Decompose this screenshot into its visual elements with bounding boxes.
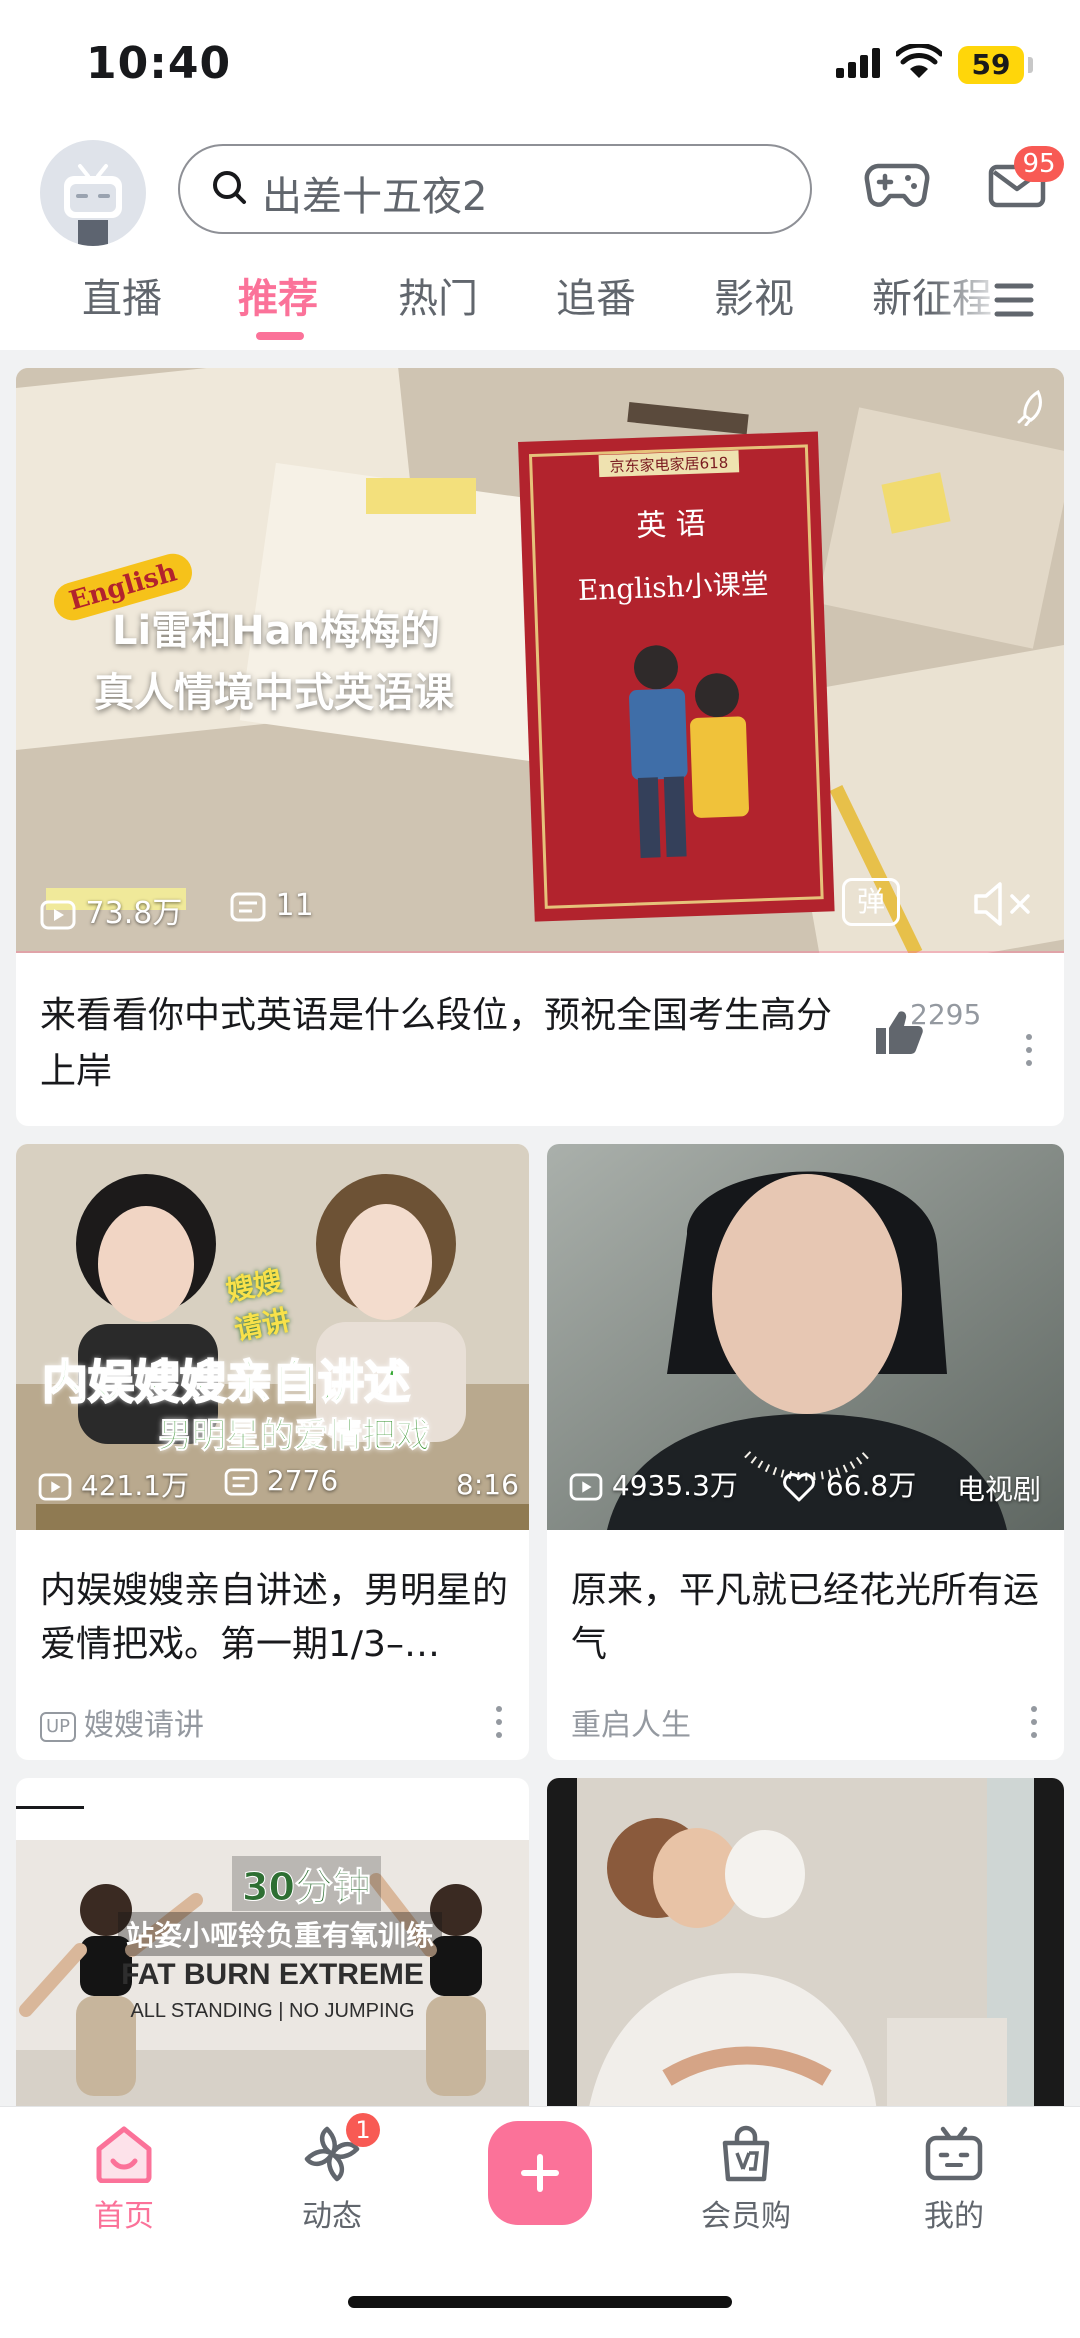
up-badge: UP [40,1711,77,1742]
card1-author-name: 嫂嫂请讲 [84,1708,205,1743]
card2-more-button[interactable] [1029,1706,1039,1740]
video-card-2[interactable]: 4935.3万 66.8万 电视剧 原来，平凡就已经花光所有运气 重启人生 [547,1144,1064,1760]
hero-like-count: 2295 [910,998,982,1031]
game-center-icon[interactable] [864,160,930,210]
card3-overlay-line1: 30分钟 [232,1856,381,1911]
card3-overlay-line4: ALL STANDING | NO JUMPING [130,2000,415,2022]
card2-author[interactable]: 重启人生 [571,1700,691,1744]
cellular-signal-icon [836,48,880,78]
tab-anime[interactable]: 追番 [556,266,636,324]
nav-vip-shop[interactable]: 会员购 [676,2125,816,2235]
hero-views: 73.8万 [40,888,182,932]
wifi-icon [896,44,942,78]
card4-thumbnail-art [547,1778,1064,2118]
tv-profile-icon [925,2126,983,2181]
card2-category: 电视剧 [957,1473,1042,1506]
nav-dynamic-label: 动态 [302,2199,362,2234]
card2-views: 4935.3万 [569,1464,738,1504]
card2-title[interactable]: 原来，平凡就已经花光所有运气 [571,1564,1041,1672]
mail-badge: 95 [1014,146,1064,182]
publish-button[interactable] [488,2121,592,2225]
rocket-icon[interactable] [1016,390,1048,426]
card2-views-text: 4935.3万 [611,1469,738,1502]
hero-views-text: 73.8万 [85,896,183,931]
card1-title[interactable]: 内娱嫂嫂亲自讲述，男明星的爱情把戏。第一期1/3–… [40,1564,510,1672]
hero-danmaku: 11 [230,888,314,923]
dynamic-badge: 1 [346,2113,380,2147]
tv-mascot-icon [64,164,122,246]
play-count-icon [38,1473,72,1501]
nav-mine-label: 我的 [924,2199,984,2234]
card1-thumbnail[interactable]: 嫂嫂 请讲 内娱嫂嫂亲自讲述 男明星的爱情把戏 421.1万 2776 8:16 [16,1144,529,1530]
hero-video-card[interactable]: 京东家电家居618 英 语 English小课堂 English Li雷和Han… [16,368,1064,1126]
book-title: 英 语 [636,506,707,543]
card3-overlay-line2: 站姿小哑铃负重有氧训练 [118,1912,443,1956]
card3-divider [16,1806,84,1809]
card1-overlay-line1: 内娱嫂嫂亲自讲述 [41,1354,411,1410]
nav-mine[interactable]: 我的 [884,2125,1024,2235]
card1-views-text: 421.1万 [80,1469,190,1502]
card3-overlay-line3: FAT BURN EXTREME [121,1958,424,1991]
search-icon [213,171,246,204]
battery-indicator: 59 [958,46,1024,84]
hero-overlay-line1: Li雷和Han梅梅的 [112,608,441,654]
nav-home[interactable]: 首页 [54,2125,194,2235]
card1-author[interactable]: UP 嫂嫂请讲 [40,1700,204,1744]
play-count-icon [40,900,76,929]
danmaku-toggle-button[interactable]: 弹 [842,878,900,926]
card1-danmaku-text: 2776 [266,1464,339,1497]
mute-icon[interactable] [972,880,1036,928]
search-placeholder: 出差十五夜2 [262,174,488,220]
card2-likes-text: 66.8万 [825,1469,917,1502]
tab-recommend[interactable]: 推荐 [238,266,318,324]
video-card-1[interactable]: 嫂嫂 请讲 内娱嫂嫂亲自讲述 男明星的爱情把戏 421.1万 2776 8:16… [16,1144,529,1760]
battery-tip [1028,57,1033,73]
card1-duration: 8:16 [456,1468,519,1501]
danmaku-count-icon [224,1468,258,1496]
search-bar[interactable]: 出差十五夜2 [178,144,812,234]
card3-thumbnail[interactable]: 30分钟 站姿小哑铃负重有氧训练 FAT BURN EXTREME ALL ST… [16,1840,529,2118]
nav-home-label: 首页 [94,2199,154,2234]
card1-danmaku: 2776 [224,1464,338,1497]
status-bar: 10:40 59 [0,0,1080,130]
menu-icon[interactable] [994,282,1034,318]
tab-hot[interactable]: 热门 [398,266,478,324]
book-subtitle: English小课堂 [577,567,769,607]
card1-views: 421.1万 [38,1464,189,1504]
video-card-4[interactable] [547,1778,1064,2118]
heart-icon [783,1473,815,1502]
hero-thumbnail[interactable]: 京东家电家居618 英 语 English小课堂 English Li雷和Han… [16,368,1064,953]
avatar[interactable] [40,140,146,246]
card1-more-button[interactable] [494,1706,504,1740]
shopping-bag-icon [722,2125,770,2182]
hero-danmaku-text: 11 [275,888,314,923]
home-icon [96,2126,152,2184]
card4-thumbnail[interactable] [547,1778,1064,2118]
active-tab-indicator [256,332,304,340]
plus-icon [521,2154,559,2192]
play-count-icon [569,1473,603,1501]
tab-live[interactable]: 直播 [82,266,162,324]
card2-thumbnail[interactable]: 4935.3万 66.8万 电视剧 [547,1144,1064,1530]
hero-overlay-line2: 真人情境中式英语课 [94,670,454,716]
tab-film[interactable]: 影视 [714,266,794,324]
video-card-3[interactable]: 30分钟 站姿小哑铃负重有氧训练 FAT BURN EXTREME ALL ST… [16,1778,529,2118]
nav-dynamic[interactable]: 动态 [262,2125,402,2235]
hero-more-button[interactable] [1024,1034,1034,1068]
danmaku-count-icon [230,892,266,921]
card1-overlay-line2: 男明星的爱情把戏 [158,1416,431,1457]
home-indicator[interactable] [348,2296,732,2308]
top-header: 出差十五夜2 95 直播 推荐 热门 追番 影视 新征程 [0,130,1080,350]
nav-vip-shop-label: 会员购 [701,2199,791,2234]
hero-title[interactable]: 来看看你中式英语是什么段位，预祝全国考生高分上岸 [40,988,850,1100]
status-time: 10:40 [86,38,232,89]
card2-likes: 66.8万 [781,1464,916,1504]
